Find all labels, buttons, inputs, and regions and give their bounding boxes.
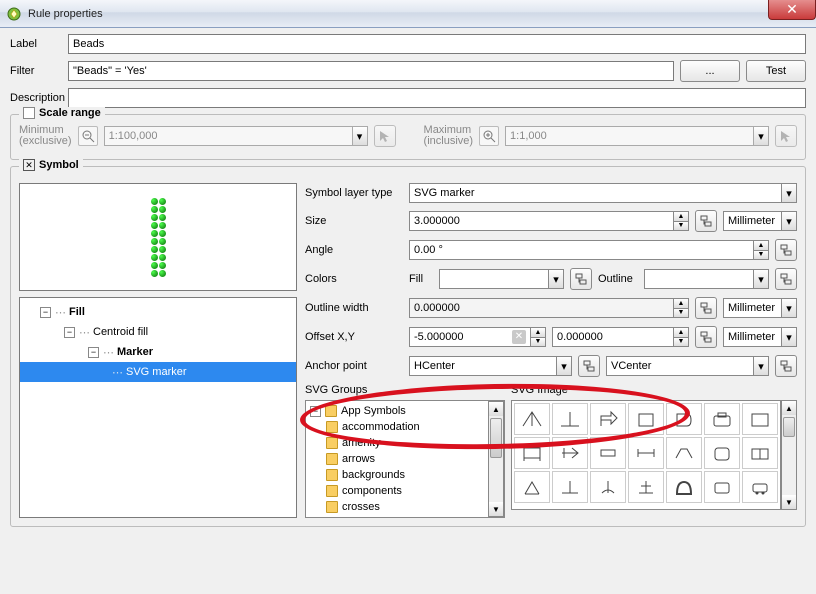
colors-label: Colors: [305, 273, 403, 285]
scale-range-group: Scale range Minimum(exclusive) ▾ Maximum…: [10, 114, 806, 160]
scale-max-combo[interactable]: ▾: [505, 126, 769, 146]
data-defined-icon: [779, 243, 793, 257]
tree-node-marker[interactable]: −⋯Marker: [20, 342, 296, 362]
clear-x-icon[interactable]: ✕: [512, 330, 526, 344]
symbol-layer-tree[interactable]: −⋯Fill −⋯Centroid fill −⋯Marker ⋯SVG mar…: [19, 297, 297, 518]
filter-input[interactable]: "Beads" = 'Yes': [68, 61, 674, 81]
data-defined-icon: [574, 272, 588, 286]
symbol-title: Symbol: [39, 159, 79, 171]
scale-max-label: Maximum(inclusive): [424, 125, 474, 147]
data-defined-icon: [779, 272, 793, 286]
filter-expression-button[interactable]: ...: [680, 60, 740, 82]
outline-color-dd-button[interactable]: [775, 268, 797, 290]
zoom-out-icon[interactable]: [78, 126, 98, 146]
description-input[interactable]: [68, 88, 806, 108]
anchor-v-dd-button[interactable]: [775, 355, 797, 377]
svg-groups-label: SVG Groups: [305, 384, 505, 400]
data-defined-icon: [779, 359, 793, 373]
size-spin[interactable]: 3.000000▲▼: [409, 211, 689, 231]
anchor-h-dd-button[interactable]: [578, 355, 600, 377]
folder-icon: [326, 421, 338, 433]
angle-spin[interactable]: 0.00 °▲▼: [409, 240, 769, 260]
fill-color-label: Fill: [409, 273, 433, 285]
size-unit-select[interactable]: Millimeter▾: [723, 211, 797, 231]
window-title: Rule properties: [28, 8, 103, 20]
outline-color-swatch[interactable]: ▾: [644, 269, 769, 289]
filter-test-button[interactable]: Test: [746, 60, 806, 82]
offset-label: Offset X,Y: [305, 331, 403, 343]
angle-dd-button[interactable]: [775, 239, 797, 261]
scale-min-label: Minimum(exclusive): [19, 125, 72, 147]
scale-range-title: Scale range: [39, 107, 101, 119]
cursor-icon: [779, 129, 793, 143]
size-dd-button[interactable]: [695, 210, 717, 232]
anchor-v-select[interactable]: VCenter▾: [606, 356, 769, 376]
angle-label: Angle: [305, 244, 403, 256]
folder-icon: [325, 405, 337, 417]
symbol-preview: [19, 183, 297, 291]
scale-min-pick-button[interactable]: [374, 125, 396, 147]
offset-y-spin[interactable]: 0.000000▲▼: [552, 327, 689, 347]
cursor-icon: [378, 129, 392, 143]
window-close-button[interactable]: ✕: [768, 0, 816, 20]
offset-dd-button[interactable]: [695, 326, 717, 348]
data-defined-icon: [699, 330, 713, 344]
folder-icon: [326, 453, 338, 465]
size-label: Size: [305, 215, 403, 227]
scale-max-pick-button[interactable]: [775, 125, 797, 147]
fill-color-dd-button[interactable]: [570, 268, 592, 290]
svg-groups-list[interactable]: −App Symbols accommodation amenity arrow…: [305, 400, 505, 518]
folder-icon: [326, 437, 338, 449]
window-titlebar: Rule properties ✕: [0, 0, 816, 28]
fill-color-swatch[interactable]: ▾: [439, 269, 564, 289]
tree-node-centroid-fill[interactable]: −⋯Centroid fill: [20, 322, 296, 342]
data-defined-icon: [582, 359, 596, 373]
outline-width-unit-select[interactable]: Millimeter▾: [723, 298, 797, 318]
app-icon: [6, 6, 22, 22]
symbol-group: ✕ Symbol −⋯Fill −⋯Centroid fill −⋯Marker…: [10, 166, 806, 527]
outline-width-label: Outline width: [305, 302, 403, 314]
scale-min-combo[interactable]: ▾: [104, 126, 368, 146]
folder-icon: [326, 485, 338, 497]
folder-icon: [326, 469, 338, 481]
svg-image-label: SVG Image: [511, 384, 797, 400]
tree-node-svg-marker[interactable]: ⋯SVG marker: [20, 362, 296, 382]
offset-x-spin[interactable]: -5.000000✕▲▼: [409, 327, 546, 347]
scale-min-input[interactable]: [104, 126, 352, 146]
scale-max-input[interactable]: [505, 126, 753, 146]
data-defined-icon: [699, 214, 713, 228]
offset-unit-select[interactable]: Millimeter▾: [723, 327, 797, 347]
svg-image-scrollbar[interactable]: ▲▼: [781, 400, 797, 510]
anchor-label: Anchor point: [305, 360, 403, 372]
outline-width-spin[interactable]: 0.000000▲▼: [409, 298, 689, 318]
anchor-h-select[interactable]: HCenter▾: [409, 356, 572, 376]
outline-width-dd-button[interactable]: [695, 297, 717, 319]
label-input[interactable]: Beads: [68, 34, 806, 54]
scale-range-toggle[interactable]: Scale range: [19, 107, 105, 119]
filter-label: Filter: [10, 65, 68, 77]
symbol-collapse-button[interactable]: ✕: [23, 159, 35, 171]
description-label: Description: [10, 92, 68, 104]
label-label: Label: [10, 38, 68, 50]
checkbox-icon: [23, 107, 35, 119]
outline-color-label: Outline: [598, 273, 638, 285]
data-defined-icon: [699, 301, 713, 315]
symbol-layer-type-select[interactable]: SVG marker▾: [409, 183, 797, 203]
zoom-in-icon[interactable]: [479, 126, 499, 146]
svg-groups-scrollbar[interactable]: ▲▼: [488, 401, 504, 517]
folder-icon: [326, 501, 338, 513]
tree-node-fill[interactable]: −⋯Fill: [20, 302, 296, 322]
symbol-layer-type-label: Symbol layer type: [305, 187, 403, 199]
svg-image-grid[interactable]: [511, 400, 781, 510]
